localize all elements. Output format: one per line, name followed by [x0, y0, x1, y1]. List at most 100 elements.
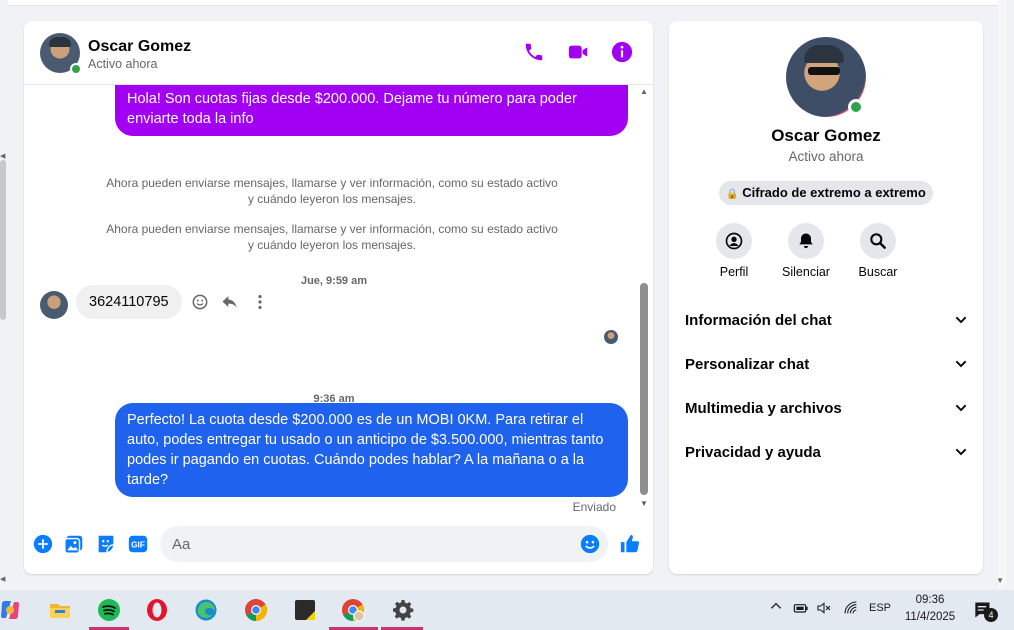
reply-button[interactable]	[220, 292, 240, 312]
video-camera-icon	[568, 45, 588, 59]
search-label: Buscar	[858, 265, 898, 279]
page-scrollbar-down-arrow[interactable]: ▼	[996, 576, 1004, 585]
encryption-badge[interactable]: 🔒 Cifrado de extremo a extremo	[719, 181, 933, 205]
seen-receipt-avatar	[604, 330, 618, 344]
outgoing-message[interactable]: Hola! Son cuotas fijas desde $200.000. D…	[115, 85, 628, 136]
message-actions	[190, 292, 270, 312]
search-icon	[870, 233, 886, 249]
outgoing-message[interactable]: Perfecto! La cuota desde $200.000 es de …	[115, 403, 628, 497]
chat-panel: Oscar Gomez Activo ahora Hola! Son cuota…	[24, 21, 653, 574]
info-quick-actions: Perfil Silenciar Buscar	[716, 223, 897, 279]
edge-taskbar-button[interactable]	[194, 598, 218, 622]
section-media-files[interactable]: Multimedia y archivos	[685, 386, 969, 430]
opera-taskbar-button[interactable]	[145, 598, 169, 622]
gif-icon: GIF	[128, 535, 148, 553]
page-scroll-up-arrow[interactable]: ◀	[0, 152, 5, 160]
vertical-dots-icon	[258, 295, 262, 309]
section-label: Personalizar chat	[685, 355, 810, 373]
send-like-button[interactable]	[619, 533, 641, 555]
header-actions	[523, 41, 633, 63]
sticker-button[interactable]	[95, 533, 117, 555]
sticker-icon	[98, 535, 114, 553]
copilot-taskbar-button[interactable]	[0, 598, 22, 622]
conversation-info-button[interactable]	[611, 41, 633, 63]
section-label: Información del chat	[685, 311, 832, 329]
thread-scrollbar[interactable]: ▲ ▼	[638, 85, 650, 519]
notification-center-button[interactable]: 4	[972, 600, 998, 622]
gear-icon	[393, 600, 414, 621]
sticky-notes-taskbar-button[interactable]	[293, 598, 317, 622]
input-language[interactable]: ESP	[869, 602, 891, 614]
folder-icon	[50, 604, 70, 618]
online-indicator	[848, 99, 864, 115]
spotify-taskbar-button[interactable]	[97, 598, 121, 622]
file-explorer-taskbar-button[interactable]	[48, 598, 72, 622]
muted-speaker-icon	[817, 602, 831, 614]
volume-button[interactable]	[816, 600, 832, 619]
scroll-thumb[interactable]	[640, 283, 648, 495]
chevron-down-icon	[955, 316, 967, 324]
battery-button[interactable]	[793, 600, 809, 619]
mute-action[interactable]: Silenciar	[782, 223, 830, 279]
section-customize-chat[interactable]: Personalizar chat	[685, 342, 969, 386]
chevron-up-icon	[770, 602, 782, 609]
edge-icon	[195, 599, 217, 621]
incoming-message[interactable]: 3624110795	[76, 285, 182, 319]
profile-action[interactable]: Perfil	[716, 223, 752, 279]
search-action[interactable]: Buscar	[859, 223, 897, 279]
emoji-picker-button[interactable]	[579, 533, 601, 555]
contact-profile-photo[interactable]	[786, 37, 866, 117]
system-notice: Ahora pueden enviarse mensajes, llamarse…	[106, 176, 558, 206]
contact-name[interactable]: Oscar Gomez	[88, 38, 191, 56]
info-contact-name: Oscar Gomez	[771, 126, 881, 145]
notification-count-badge: 4	[984, 608, 998, 622]
react-button[interactable]	[190, 292, 210, 312]
message-input[interactable]	[160, 526, 608, 562]
sticky-note-icon	[295, 600, 315, 620]
section-label: Privacidad y ayuda	[685, 443, 821, 461]
scroll-down-arrow[interactable]: ▼	[640, 499, 648, 508]
clock-time[interactable]: 09:36	[905, 594, 955, 606]
chrome-profile-taskbar-button[interactable]	[341, 598, 365, 622]
thumbs-up-icon	[620, 534, 640, 553]
spotify-icon	[98, 599, 120, 621]
chrome-taskbar-button[interactable]	[244, 598, 268, 622]
gif-button[interactable]: GIF	[127, 533, 149, 555]
online-indicator	[70, 63, 82, 75]
mute-button[interactable]	[788, 223, 824, 259]
browser-top-strip	[8, 0, 998, 6]
more-actions-button[interactable]	[32, 533, 54, 555]
more-options-button[interactable]	[250, 292, 270, 312]
section-privacy-help[interactable]: Privacidad y ayuda	[685, 430, 969, 474]
chrome-icon	[245, 599, 267, 621]
smiley-icon	[192, 294, 208, 310]
search-button[interactable]	[860, 223, 896, 259]
phone-call-button[interactable]	[523, 41, 545, 63]
network-button[interactable]	[843, 600, 859, 619]
info-sections: Información del chat Personalizar chat M…	[685, 298, 969, 474]
left-scrollbar-thumb[interactable]	[0, 160, 6, 320]
tray-overflow-button[interactable]	[769, 599, 783, 616]
phone-icon	[525, 43, 543, 61]
page-scrollbar[interactable]	[998, 0, 1006, 588]
settings-taskbar-button[interactable]	[391, 598, 415, 622]
contact-avatar[interactable]	[40, 33, 82, 75]
message-thread[interactable]: Hola! Son cuotas fijas desde $200.000. D…	[24, 85, 644, 519]
section-chat-info[interactable]: Información del chat	[685, 298, 969, 342]
attach-media-button[interactable]	[63, 533, 85, 555]
copilot-icon	[1, 601, 19, 619]
chevron-down-icon	[955, 448, 967, 456]
page-scroll-down-arrow[interactable]: ◀	[0, 575, 5, 583]
system-notice: Ahora pueden enviarse mensajes, llamarse…	[106, 222, 558, 252]
scroll-up-arrow[interactable]: ▲	[640, 87, 648, 96]
info-contact-status: Activo ahora	[788, 149, 864, 164]
video-call-button[interactable]	[567, 41, 589, 63]
sender-avatar[interactable]	[40, 291, 68, 319]
svg-text:GIF: GIF	[131, 541, 145, 550]
chat-header: Oscar Gomez Activo ahora	[24, 21, 653, 85]
clock-date[interactable]: 11/4/2025	[898, 611, 962, 623]
profile-button[interactable]	[716, 223, 752, 259]
contact-status: Activo ahora	[88, 57, 158, 71]
taskbar: ESP 09:36 11/4/2025 4	[0, 590, 1014, 630]
chevron-down-icon	[955, 360, 967, 368]
